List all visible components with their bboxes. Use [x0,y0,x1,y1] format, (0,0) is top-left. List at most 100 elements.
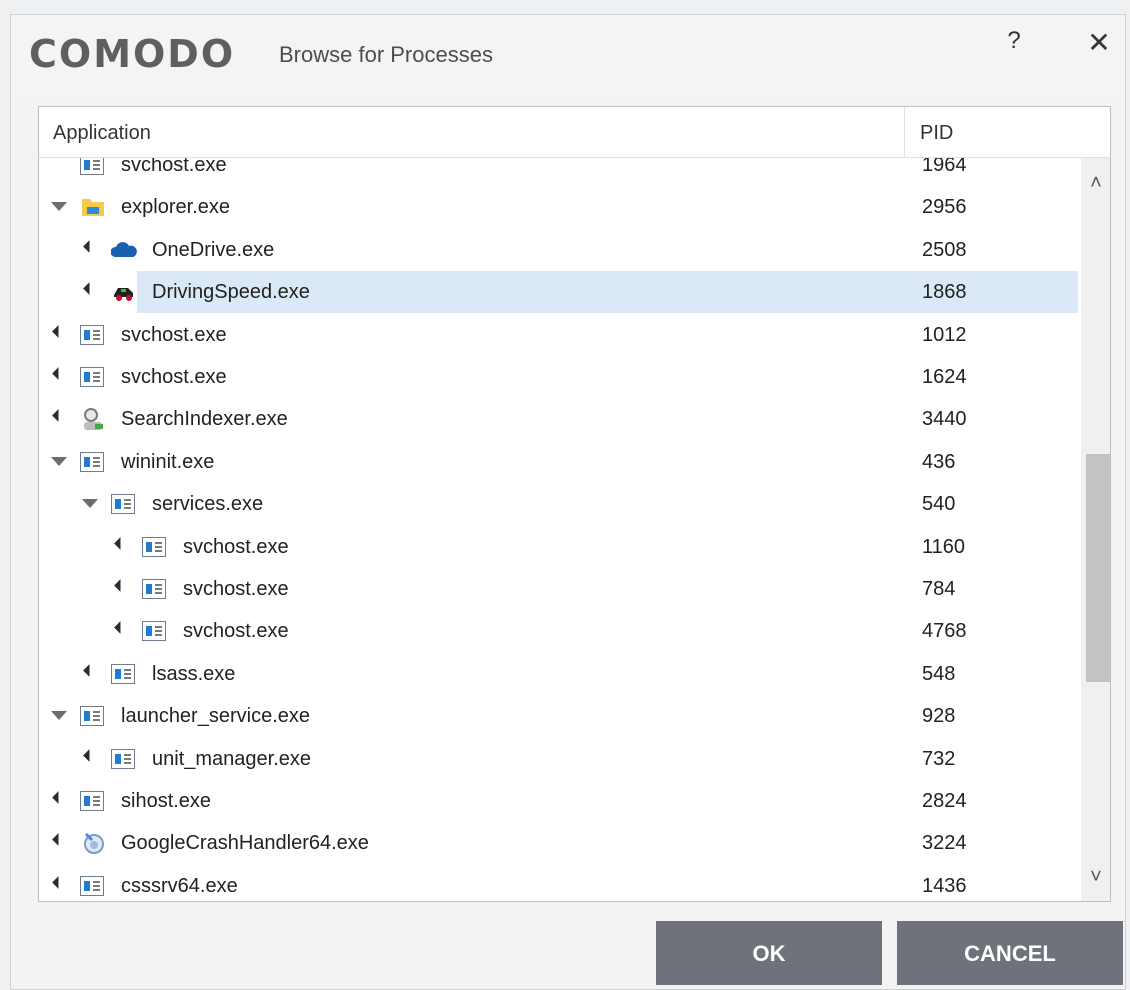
collapsed-arrow-icon[interactable] [51,324,67,343]
collapsed-arrow-icon[interactable] [51,367,67,385]
expanded-arrow-icon[interactable] [82,496,98,512]
title-bar: COMODO Browse for Processes ? ✕ [11,15,1125,95]
scroll-up-icon[interactable]: ˄ [1081,158,1110,198]
table-row[interactable]: GoogleCrashHandler64.exe 3224 [39,822,1079,864]
browse-processes-dialog: COMODO Browse for Processes ? ✕ Applicat… [10,14,1126,990]
close-button[interactable]: ✕ [1083,26,1115,58]
window-process-icon [80,706,104,727]
process-name: DrivingSpeed.exe [152,281,310,304]
table-row[interactable]: svchost.exe 1964 [39,158,1079,186]
collapsed-arrow-icon[interactable] [113,536,129,555]
table-row[interactable]: SearchIndexer.exe 3440 [39,398,1079,440]
process-pid: 1012 [922,323,967,346]
window-process-icon [80,367,104,387]
collapsed-arrow-icon[interactable] [82,239,98,258]
process-pid: 548 [922,662,956,685]
window-process-icon [142,536,166,557]
table-row[interactable]: svchost.exe 4768 [39,610,1079,652]
process-name: svchost.exe [121,158,227,176]
process-pid: 1868 [922,281,967,304]
process-list: Application PID svchost.exe 1964 explorer.… [38,106,1111,902]
expanded-arrow-icon[interactable] [51,454,67,470]
process-name: unit_manager.exe [152,747,312,770]
collapsed-arrow-icon[interactable] [51,791,67,809]
table-row[interactable]: svchost.exe 784 [39,568,1079,610]
process-name: svchost.exe [183,535,289,558]
table-row[interactable]: services.exe 540 [39,483,1079,525]
process-pid: 3440 [922,408,967,431]
process-pid: 1964 [922,158,967,176]
car-icon [111,279,137,305]
window-process-icon [80,875,104,896]
process-pid: 436 [922,450,956,473]
process-name: svchost.exe [121,323,227,346]
process-pid: 2508 [922,238,967,261]
column-header-application[interactable]: Application [53,122,151,145]
onedrive-cloud-icon [110,237,137,263]
process-name: services.exe [152,493,264,516]
ok-button[interactable]: OK [656,921,882,985]
search-indexer-icon [80,406,106,432]
process-pid: 2824 [922,790,967,812]
table-row[interactable]: OneDrive.exe 2508 [39,229,1079,271]
collapsed-arrow-icon[interactable] [51,875,67,894]
table-row[interactable]: csssrv64.exe 1436 [39,865,1079,901]
process-pid: 928 [922,705,956,728]
table-row[interactable]: svchost.exe 1012 [39,314,1079,356]
process-pid: 2956 [922,196,967,219]
column-header-pid[interactable]: PID [920,122,953,145]
window-process-icon [80,451,104,472]
table-row[interactable]: unit_manager.exe 732 [39,738,1079,780]
collapsed-arrow-icon[interactable] [82,748,98,767]
process-pid: 1160 [922,535,966,558]
table-row[interactable]: svchost.exe 1160 [39,526,1079,568]
process-pid: 1436 [922,874,967,897]
process-pid: 784 [922,578,956,600]
process-pid: 4768 [922,620,967,643]
process-name: csssrv64.exe [121,874,238,897]
process-name: explorer.exe [121,196,230,219]
process-pid: 1624 [922,366,967,388]
collapsed-arrow-icon[interactable] [51,409,67,427]
help-button[interactable]: ? [1001,27,1027,59]
process-name: SearchIndexer.exe [121,408,288,431]
window-process-icon [142,579,166,599]
collapsed-arrow-icon[interactable] [51,833,67,851]
collapsed-arrow-icon[interactable] [113,579,129,597]
table-row[interactable]: sihost.exe 2824 [39,780,1079,822]
column-divider[interactable] [904,107,905,157]
folder-icon [80,194,106,220]
cancel-button[interactable]: CANCEL [897,921,1123,985]
process-name: sihost.exe [121,790,212,812]
google-crash-handler-icon [80,830,106,856]
process-pid: 540 [922,493,956,516]
collapsed-arrow-icon[interactable] [82,663,98,682]
process-name: GoogleCrashHandler64.exe [121,832,369,855]
expanded-arrow-icon[interactable] [51,199,67,215]
collapsed-arrow-icon[interactable] [82,282,98,300]
table-row[interactable]: DrivingSpeed.exe 1868 [39,271,1079,314]
list-header: Application PID [39,107,1110,158]
scroll-down-icon[interactable]: ˅ [1081,862,1110,901]
process-name: launcher_service.exe [121,705,310,728]
dialog-title: Browse for Processes [279,42,493,67]
comodo-logo: COMODO [29,32,236,76]
table-row[interactable]: explorer.exe 2956 [39,186,1079,228]
process-name: svchost.exe [183,578,289,600]
table-row[interactable]: lsass.exe 548 [39,653,1079,695]
window-process-icon [80,324,104,345]
window-process-icon [142,621,166,642]
collapsed-arrow-icon[interactable] [113,621,129,639]
process-name: svchost.exe [183,620,289,643]
window-process-icon [80,791,104,811]
table-row[interactable]: wininit.exe 436 [39,441,1079,483]
process-name: wininit.exe [121,450,215,473]
expanded-arrow-icon[interactable] [51,708,67,724]
scrollbar-thumb[interactable] [1086,454,1110,682]
vertical-scrollbar[interactable]: ˄ ˅ [1081,158,1110,901]
window-process-icon [111,494,135,515]
process-tree: svchost.exe 1964 explorer.exe 2956 OneDrive.… [39,158,1079,901]
table-row[interactable]: svchost.exe 1624 [39,356,1079,398]
table-row[interactable]: launcher_service.exe 928 [39,695,1079,737]
window-process-icon [80,158,104,175]
